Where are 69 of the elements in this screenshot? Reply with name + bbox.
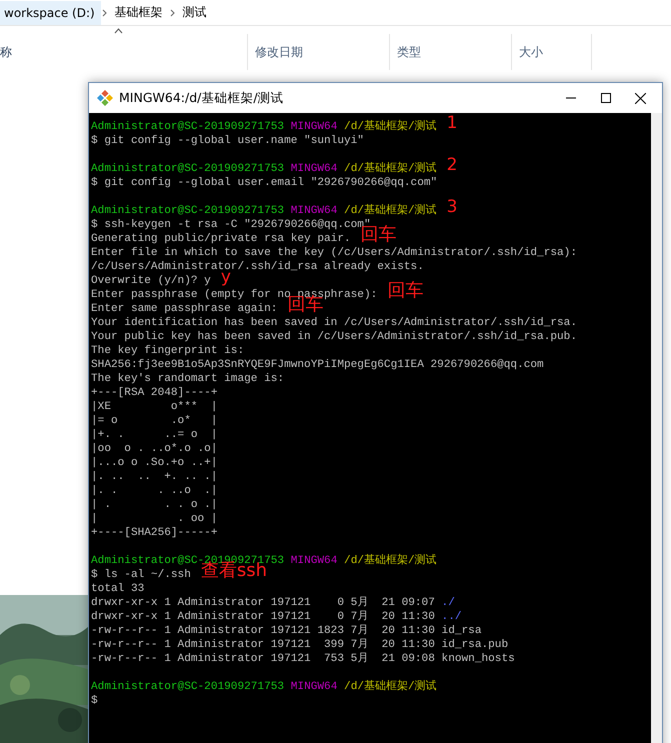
prompt-path: /d/基础框架/测试 [344, 204, 437, 218]
prompt-path: /d/基础框架/测试 [344, 162, 437, 176]
column-header[interactable]: 类型 [397, 44, 421, 60]
terminal-line: |= o .o* | [91, 414, 218, 428]
column-header[interactable]: 大小 [519, 44, 543, 60]
prompt-user: Administrator@SC-201909271753 [91, 204, 284, 218]
breadcrumb-item[interactable]: workspace (D:) [0, 0, 101, 24]
file-details: -rw-r--r-- 1 Administrator 197121 753 5月 21 09:08 [91, 652, 436, 666]
terminal-line: |...o o .So.+o ..+| [91, 456, 218, 470]
terminal-line: The key fingerprint is: [91, 344, 244, 358]
terminal-line: |XE o*** | [91, 400, 218, 414]
annotation: 1 [446, 116, 458, 130]
prompt-path: /d/基础框架/测试 [344, 554, 437, 568]
file-name: ./ [442, 596, 455, 610]
terminal-line: $ ls -al ~/.ssh [91, 568, 191, 582]
terminal-line: Your public key has been saved in /c/Users/Administrator/.ssh/id_rsa.pub. [91, 330, 577, 344]
terminal-line: Generating public/private rsa key pair. [91, 232, 351, 246]
terminal-line: | . . . o .| [91, 498, 218, 512]
annotation: 3 [446, 200, 458, 214]
sort-caret-icon [114, 28, 123, 34]
app-icon [97, 90, 113, 106]
terminal-line: +---[RSA 2048]----+ [91, 386, 218, 400]
terminal-line: $ git config --global user.name "sunluyi" [91, 134, 364, 148]
file-name: id_rsa [442, 624, 482, 638]
terminal-line: Your identification has been saved in /c/Users/Administrator/.ssh/id_rsa. [91, 316, 577, 330]
prompt-path: /d/基础框架/测试 [344, 680, 437, 694]
terminal-line: Overwrite (y/n)? y [91, 274, 211, 288]
file-details: -rw-r--r-- 1 Administrator 197121 1823 7月 20 11:30 [91, 624, 436, 638]
terminal-line: |. . . ..o .| [91, 484, 218, 498]
chevron-icon [168, 8, 177, 16]
prompt-path: /d/基础框架/测试 [344, 120, 437, 134]
annotation: 2 [446, 158, 458, 172]
window-title: MINGW64:/d/基础框架/测试 [119, 90, 285, 106]
terminal-line: |oo o . ..o*.o .o| [91, 442, 218, 456]
prompt-user: Administrator@SC-201909271753 [91, 680, 284, 694]
prompt-shell: MINGW64 [290, 120, 338, 134]
breadcrumb-item[interactable]: 基础框架 [108, 4, 169, 21]
terminal-line: The key's randomart image is: [91, 372, 284, 386]
terminal-line: | . oo | [91, 512, 218, 526]
terminal-line: SHA256:fj3ee9B1o5Ap3SnRYQE9FJmwnoYPiIMpegEg6Cg1IEA 2926790266@qq.com [91, 358, 544, 372]
prompt-user: Administrator@SC-201909271753 [91, 120, 284, 134]
close-icon [635, 92, 646, 104]
prompt-shell: MINGW64 [290, 162, 338, 176]
file-details: drwxr-xr-x 1 Administrator 197121 0 7月 20 11:30 [91, 610, 436, 624]
prompt-user: Administrator@SC-201909271753 [91, 162, 284, 176]
terminal-line: total 33 [91, 582, 144, 596]
chevron-icon [100, 8, 109, 16]
terminal-line: |. .. .. +. .. .| [91, 470, 218, 484]
scrollbar[interactable] [651, 113, 662, 743]
file-name: ../ [442, 610, 462, 624]
annotation: y [220, 270, 231, 284]
column-header[interactable]: 称 [0, 44, 12, 60]
terminal-line: $ git config --global user.email "2926790266@qq.com" [91, 176, 438, 190]
prompt-shell: MINGW64 [290, 554, 338, 568]
file-details: drwxr-xr-x 1 Administrator 197121 0 5月 21 09:07 [91, 596, 436, 610]
column-header[interactable]: 修改日期 [255, 44, 303, 60]
terminal-line: $ [91, 694, 98, 708]
file-name: known_hosts [442, 652, 515, 666]
file-name: id_rsa.pub [442, 638, 508, 652]
file-details: -rw-r--r-- 1 Administrator 197121 399 7月 20 11:30 [91, 638, 436, 652]
breadcrumb-item[interactable]: 测试 [176, 4, 213, 21]
terminal-line: |+. . ..= o | [91, 428, 218, 442]
terminal-line: +----[SHA256]-----+ [91, 526, 218, 540]
terminal-line: Enter file in which to save the key (/c/Users/Administrator/.ssh/id_rsa): [91, 246, 577, 260]
prompt-shell: MINGW64 [290, 204, 338, 218]
prompt-shell: MINGW64 [290, 680, 338, 694]
maximize-icon [600, 93, 610, 103]
terminal-line: Enter same passphrase again: [91, 302, 278, 316]
terminal-line: /c/Users/Administrator/.ssh/id_rsa already exists. [91, 260, 424, 273]
